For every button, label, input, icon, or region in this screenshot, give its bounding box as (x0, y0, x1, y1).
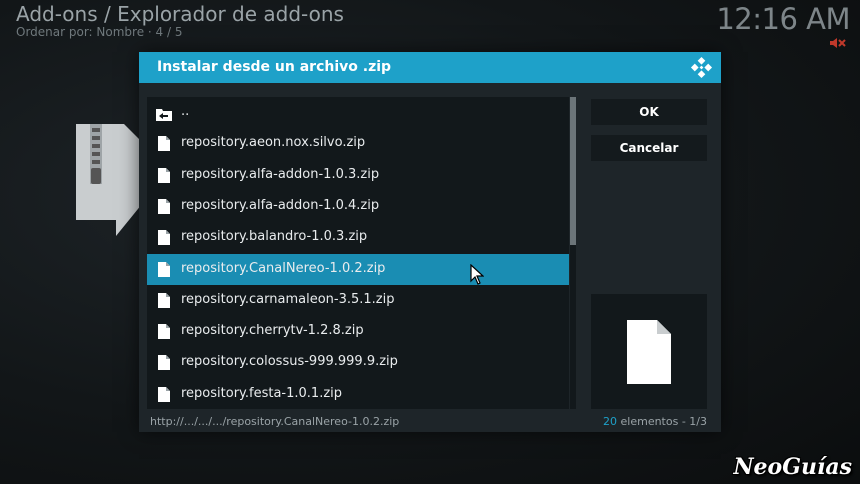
file-icon (158, 261, 170, 277)
item-count-number: 20 (603, 415, 618, 428)
list-item[interactable]: repository.cherrytv-1.2.8.zip (147, 316, 569, 347)
list-item-label: repository.balandro-1.0.3.zip (181, 229, 368, 245)
item-count-text: elementos - (617, 415, 690, 428)
file-icon (158, 386, 170, 402)
list-item-label: repository.alfa-addon-1.0.3.zip (181, 166, 380, 182)
file-icon (158, 136, 170, 152)
list-item-label: repository.cherrytv-1.2.8.zip (181, 323, 364, 339)
list-item[interactable]: repository.alfa-addon-1.0.3.zip (147, 160, 569, 191)
header-title: Add-ons / Explorador de add-ons (16, 2, 344, 26)
ok-button[interactable]: OK (591, 99, 707, 125)
mute-icon (830, 38, 846, 48)
file-icon (158, 292, 170, 308)
list-item-label: repository.festa-1.0.1.zip (181, 385, 343, 401)
zip-file-icon (76, 124, 142, 236)
list-item[interactable]: repository.CanalNereo-1.0.2.zip (147, 253, 569, 285)
sort-label: Ordenar por: Nombre · 4 / 5 (16, 25, 183, 39)
scrollbar-thumb[interactable] (570, 97, 576, 245)
file-icon (158, 230, 170, 246)
clock: 12:16 AM (716, 2, 850, 36)
list-item[interactable]: repository.carnamaleon-3.5.1.zip (147, 285, 569, 316)
list-item[interactable]: repository.balandro-1.0.3.zip (147, 222, 569, 253)
folder-back-icon (156, 106, 172, 121)
dialog-header: Instalar desde un archivo .zip (139, 52, 721, 83)
cancel-button[interactable]: Cancelar (591, 135, 707, 161)
file-icon (158, 198, 170, 214)
list-item[interactable]: .. (147, 97, 569, 128)
file-list: .. repository.aeon.nox.silvo.zip repositor… (147, 97, 569, 409)
list-item[interactable]: repository.colossus-999.999.9.zip (147, 347, 569, 378)
list-item-label: .. (181, 104, 190, 119)
list-item-label: repository.alfa-addon-1.0.4.zip (181, 197, 380, 213)
file-path: http://.../.../.../repository.CanalNereo… (150, 415, 400, 428)
file-icon (158, 324, 170, 340)
install-zip-dialog: Instalar desde un archivo .zip .. reposit… (139, 52, 721, 432)
list-item-label: repository.carnamaleon-3.5.1.zip (181, 291, 395, 307)
list-item[interactable]: repository.alfa-addon-1.0.4.zip (147, 191, 569, 222)
file-icon (158, 355, 170, 371)
kodi-logo-icon (690, 56, 713, 79)
dialog-title: Instalar desde un archivo .zip (157, 59, 392, 75)
watermark: NeoGuías (733, 454, 852, 480)
page-indicator: 1/3 (689, 415, 707, 428)
file-preview-icon (627, 320, 671, 384)
list-item-label: repository.aeon.nox.silvo.zip (181, 135, 366, 151)
list-item-label: repository.CanalNereo-1.0.2.zip (181, 260, 386, 276)
file-preview (591, 294, 707, 409)
list-item-label: repository.colossus-999.999.9.zip (181, 354, 398, 370)
list-item[interactable]: repository.aeon.nox.silvo.zip (147, 128, 569, 159)
list-item[interactable]: repository.festa-1.0.1.zip (147, 379, 569, 409)
list-scrollbar[interactable] (570, 97, 576, 409)
mouse-cursor-icon (470, 264, 484, 285)
item-count: 20 elementos - 1/3 (603, 415, 707, 428)
file-icon (158, 167, 170, 183)
